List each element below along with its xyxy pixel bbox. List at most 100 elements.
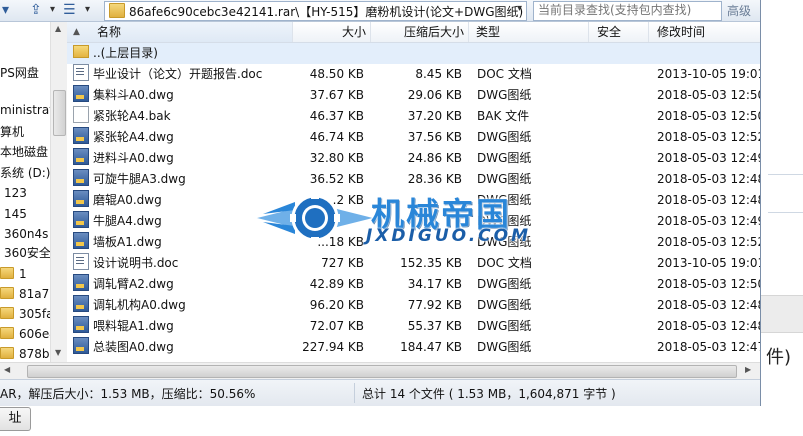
scroll-left-icon[interactable]: ◀ [4,365,10,374]
cell-size: 227.94 KB [302,340,364,354]
scroll-thumb[interactable] [53,90,66,136]
cell-name: ..(上层目录) [73,43,293,64]
view-list-icon[interactable]: ☰ [63,2,76,18]
column-header-modified[interactable]: 修改时间 [648,22,760,42]
column-header-type[interactable]: 类型 [468,22,589,42]
cell-compressed: 77.92 KB [407,298,462,312]
tree-item[interactable]: PS网盘 [0,64,39,82]
cell-size: 42.89 KB [309,277,364,291]
scroll-right-icon[interactable]: ▶ [745,365,751,374]
tree-item[interactable]: 本地磁盘 [0,143,48,161]
cell-security [597,295,647,316]
horizontal-scrollbar[interactable]: ◀ ▶ [0,362,760,379]
cell-compressed: 29.06 KB [407,88,462,102]
cell-modified: 2018-05-03 12:48 [657,319,760,333]
dwg-file-icon [73,85,89,102]
archive-window: ▾ ⇪ ▾ ☰ ▾ 86afe6c90cebc3e42141.rar\【HY-5… [0,0,761,406]
file-row[interactable]: 调轧机构A0.dwg 96.20 KB 77.92 KB DWG图纸 2018-05-0… [67,295,760,316]
scroll-up-icon[interactable]: ▲ [55,24,61,33]
file-row[interactable]: 紧张轮A4.bak 46.37 KB 37.20 KB BAK 文件 2018-05-0… [67,106,760,127]
cell-name: 喂料辊A1.dwg [73,316,293,337]
dwg-file-icon [73,274,89,291]
folder-tree: PS网盘 ministrat 算机 本地磁盘 系统 (D:) 123 145 3… [0,22,51,362]
divider [354,383,355,403]
background-button[interactable]: 址 [0,407,31,431]
cell-security [597,127,647,148]
file-name: 毕业设计（论文）开题报告.doc [93,67,263,81]
tree-item[interactable]: 360n4s [4,225,48,243]
scroll-thumb[interactable] [27,365,737,378]
column-header-label: 修改时间 [657,25,706,39]
cell-security [597,190,647,211]
tree-item[interactable]: 算机 [0,123,24,141]
cell-compressed: 184.47 KB [400,340,462,354]
cell-name: 集料斗A0.dwg [73,85,293,106]
file-row[interactable]: 磨辊A0.dwg ...2 KB DWG图纸 2018-05-03 12:48 [67,190,760,211]
file-row[interactable]: 毕业设计（论文）开题报告.doc 48.50 KB 8.45 KB DOC 文档 201… [67,64,760,85]
folder-icon [0,327,14,339]
search-box[interactable] [533,1,722,21]
folder-icon [0,287,14,299]
file-row[interactable]: 紧张轮A4.dwg 46.74 KB 37.56 KB DWG图纸 2018-05-03… [67,127,760,148]
file-row[interactable]: 总装图A0.dwg 227.94 KB 184.47 KB DWG图纸 2018-05-… [67,337,760,358]
file-name: 设计说明书.doc [93,256,179,270]
file-list: ▲ 名称 大小 压缩后大小 类型 安全 修改时间 ..(上层目录) 毕业设计（论… [67,22,760,362]
address-bar[interactable]: 86afe6c90cebc3e42141.rar\【HY-515】磨粉机设计(论… [104,1,527,21]
column-header-name[interactable]: ▲ 名称 [67,22,293,42]
archive-info: AR，解压后大小：1.53 MB，压缩比：50.56% [0,387,256,401]
cell-security [597,337,647,358]
advanced-search-link[interactable]: 高级 [727,2,751,19]
file-row[interactable]: 设计说明书.doc 727 KB 152.35 KB DOC 文档 2013-10-05… [67,253,760,274]
row-name: ..(上层目录) [93,46,158,60]
parent-directory-row[interactable]: ..(上层目录) [67,43,760,64]
file-name: 调轧机构A0.dwg [93,298,186,312]
tree-item[interactable]: 1 [0,265,27,283]
file-name: 墙板A1.dwg [93,235,162,249]
dwg-file-icon [73,169,89,186]
up-folder-icon[interactable]: ⇪ [30,2,42,18]
tree-scrollbar[interactable]: ▲ ▼ [50,22,67,362]
tree-item[interactable]: 123 [4,184,27,202]
file-row[interactable]: 喂料辊A1.dwg 72.07 KB 55.37 KB DWG图纸 2018-05-03… [67,316,760,337]
file-name: 喂料辊A1.dwg [93,319,174,333]
tree-item[interactable]: 系统 (D:) [0,164,50,182]
cell-size: ...18 KB [317,235,364,249]
cell-security [597,106,647,127]
cell-modified: 2018-05-03 12:48 [657,193,760,207]
column-header-label: 安全 [597,25,622,39]
column-header-compressed[interactable]: 压缩后大小 [370,22,469,42]
column-header-label: 名称 [97,25,122,39]
chevron-down-icon[interactable]: ▾ [517,3,522,14]
list-header: ▲ 名称 大小 压缩后大小 类型 安全 修改时间 [67,22,760,43]
search-input[interactable] [534,2,722,18]
cell-name: 进料斗A0.dwg [73,148,293,169]
cell-name: 磨辊A0.dwg [73,190,293,211]
tree-item-label: 本地磁盘 [0,145,49,159]
file-row[interactable]: 集料斗A0.dwg 37.67 KB 29.06 KB DWG图纸 2018-05-03… [67,85,760,106]
status-bar: AR，解压后大小：1.53 MB，压缩比：50.56% 总计 14 个文件 ( … [0,379,760,406]
file-row[interactable]: 调轧臂A2.dwg 42.89 KB 34.17 KB DWG图纸 2018-05-03… [67,274,760,295]
file-row[interactable]: 牛腿A4.dwg DWG图纸 2018-05-03 12:49 [67,211,760,232]
tree-item[interactable]: 360安全 [4,244,50,262]
column-header-security[interactable]: 安全 [588,22,649,42]
tree-item[interactable]: 606e4 [0,325,50,343]
cell-type: DWG图纸 [477,214,532,228]
column-header-size[interactable]: 大小 [292,22,371,42]
scroll-down-icon[interactable]: ▼ [55,348,61,357]
folder-icon [73,45,89,58]
tree-item[interactable]: 81a7a [0,285,50,303]
chevron-down-icon[interactable]: ▾ [85,2,90,18]
tree-item[interactable]: 305fa [0,305,50,323]
cell-compressed: 34.17 KB [407,277,462,291]
chevron-down-icon[interactable]: ▾ [50,2,55,18]
file-row[interactable]: 进料斗A0.dwg 32.80 KB 24.86 KB DWG图纸 2018-05-03… [67,148,760,169]
file-row[interactable]: 可旋牛腿A3.dwg 36.52 KB 28.36 KB DWG图纸 2018-05-0… [67,169,760,190]
cell-modified: 2018-05-03 12:49 [657,151,760,165]
tree-item[interactable]: 145 [4,205,27,223]
file-row[interactable]: 墙板A1.dwg ...18 KB DWG图纸 2018-05-03 12:52 [67,232,760,253]
tree-item-label: 81a7a [19,287,50,301]
file-name: 集料斗A0.dwg [93,88,174,102]
tree-item[interactable]: ministrat [0,101,50,119]
tree-item[interactable]: 878b3 [0,345,50,362]
dropdown-arrow-icon[interactable]: ▾ [2,2,9,18]
